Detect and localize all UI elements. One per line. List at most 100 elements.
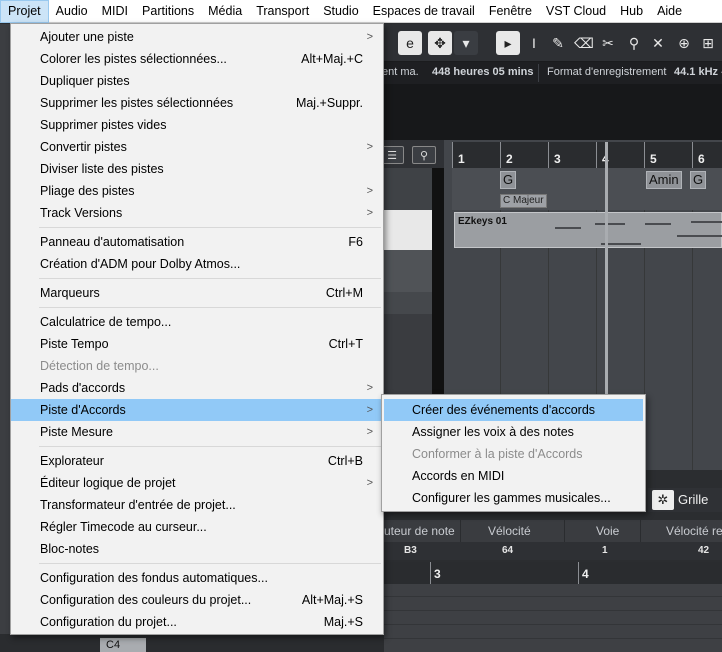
- channel-header: Voie: [596, 524, 620, 538]
- mixer-icon[interactable]: ⊞: [696, 31, 720, 55]
- velocity-value[interactable]: 64: [502, 545, 513, 556]
- menu-item-pads-accords[interactable]: Pads d'accords >: [11, 377, 383, 399]
- chevron-right-icon: >: [366, 382, 373, 394]
- pencil-icon[interactable]: ✎: [546, 31, 570, 55]
- menu-separator: [39, 307, 381, 308]
- range-icon[interactable]: I: [522, 31, 546, 55]
- menu-item-track-versions[interactable]: Track Versions >: [11, 202, 383, 224]
- chord-event[interactable]: G: [690, 171, 707, 189]
- menu-projet[interactable]: Projet: [0, 0, 49, 23]
- menu-item-config-projet[interactable]: Configuration du projet... Maj.+S: [11, 611, 383, 633]
- menu-partitions[interactable]: Partitions: [135, 0, 201, 23]
- menu-item-colorer-pistes[interactable]: Colorer les pistes sélectionnées... Alt+M…: [11, 48, 383, 70]
- menu-espaces-de-travail[interactable]: Espaces de travail: [366, 0, 482, 23]
- menu-item-convertir-pistes[interactable]: Convertir pistes >: [11, 136, 383, 158]
- chevron-right-icon: >: [366, 31, 373, 43]
- midi-part[interactable]: EZkeys 01: [454, 212, 722, 248]
- rec-format-value: 44.1 kHz -: [674, 66, 722, 78]
- menu-separator: [39, 227, 381, 228]
- piano-key-label: C4: [100, 638, 146, 652]
- menu-item-detection-tempo: Détection de tempo...: [40, 359, 159, 373]
- menu-aide[interactable]: Aide: [650, 0, 689, 23]
- snap-icon: ✲: [652, 490, 674, 510]
- menu-item-panneau-automatisation[interactable]: Panneau d'automatisation F6: [11, 231, 383, 253]
- piano-roll[interactable]: [384, 584, 722, 652]
- menu-media[interactable]: Média: [201, 0, 249, 23]
- chord-event[interactable]: Amin: [646, 171, 682, 189]
- grid-selector[interactable]: ✲ Grille: [648, 488, 722, 512]
- edit-icon[interactable]: e: [398, 31, 422, 55]
- shortcut-label: Maj.+Suppr.: [295, 96, 363, 110]
- menu-item-editeur-logique[interactable]: Éditeur logique de projet >: [11, 472, 383, 494]
- editor-ruler-bar: 4: [582, 567, 589, 581]
- menu-item-ajouter-piste[interactable]: Ajouter une piste >: [11, 26, 383, 48]
- shortcut-label: F6: [348, 235, 363, 249]
- submenu-item-configurer-gammes[interactable]: Configurer les gammes musicales...: [384, 487, 643, 509]
- shortcut-label: Alt+Maj.+C: [301, 52, 363, 66]
- menu-item-piste-mesure[interactable]: Piste Mesure >: [11, 421, 383, 443]
- menu-item-regler-timecode[interactable]: Régler Timecode au curseur...: [11, 516, 383, 538]
- menu-item-bloc-notes[interactable]: Bloc-notes: [11, 538, 383, 560]
- shortcut-label: Maj.+S: [323, 615, 363, 629]
- split-icon[interactable]: ✂: [596, 31, 620, 55]
- glue-icon[interactable]: ⚲: [622, 31, 646, 55]
- menu-item-explorateur[interactable]: Explorateur Ctrl+B: [11, 450, 383, 472]
- menu-item-supprimer-pistes-selectionnees[interactable]: Supprimer les pistes sélectionnées Maj.+S…: [11, 92, 383, 114]
- editor-ruler[interactable]: 3 4: [384, 562, 722, 584]
- menu-vst-cloud[interactable]: VST Cloud: [539, 0, 613, 23]
- ruler-bar-6: 6: [698, 152, 705, 166]
- chevron-right-icon: >: [366, 404, 373, 416]
- rec-time-label: ent ma.: [382, 66, 419, 78]
- menu-item-piste-accords[interactable]: Piste d'Accords >: [11, 399, 383, 421]
- menu-studio[interactable]: Studio: [316, 0, 365, 23]
- shortcut-label: Ctrl+B: [327, 454, 363, 468]
- chevron-right-icon: >: [366, 141, 373, 153]
- note-pitch-value[interactable]: B3: [404, 545, 417, 556]
- midi-info-values: B3 64 1 42: [384, 542, 722, 560]
- timeline-ruler[interactable]: 1 2 3 4 5 6: [452, 142, 722, 168]
- menu-transport[interactable]: Transport: [249, 0, 316, 23]
- menu-item-config-fondus[interactable]: Configuration des fondus automatiques...: [11, 567, 383, 589]
- grid-label: Grille: [678, 492, 709, 507]
- piste-accords-submenu: Créer des événements d'accords Assigner …: [381, 394, 646, 512]
- channel-value[interactable]: 1: [602, 545, 608, 556]
- menu-item-supprimer-pistes-vides[interactable]: Supprimer pistes vides: [11, 114, 383, 136]
- ruler-bar-2: 2: [506, 152, 513, 166]
- menu-separator: [39, 563, 381, 564]
- menu-item-piste-tempo[interactable]: Piste Tempo Ctrl+T: [11, 333, 383, 355]
- menu-item-calculatrice-tempo[interactable]: Calculatrice de tempo...: [11, 311, 383, 333]
- zoom-icon[interactable]: ⊕: [672, 31, 696, 55]
- menu-fenetre[interactable]: Fenêtre: [482, 0, 539, 23]
- menu-item-marqueurs[interactable]: Marqueurs Ctrl+M: [11, 282, 383, 304]
- drag-mode-icon[interactable]: ✥: [428, 31, 452, 55]
- mute-icon[interactable]: ✕: [646, 31, 670, 55]
- midi-info-header: uteur de note Vélocité Voie Vélocité re: [384, 520, 722, 542]
- menu-midi[interactable]: MIDI: [95, 0, 135, 23]
- chord-event[interactable]: G: [500, 171, 517, 189]
- pointer-icon[interactable]: ▸: [496, 31, 520, 55]
- release-velocity-value[interactable]: 42: [698, 545, 709, 556]
- scale-event[interactable]: C Majeur: [500, 194, 547, 208]
- shortcut-label: Alt+Maj.+S: [301, 593, 363, 607]
- search-icon[interactable]: ⚲: [412, 146, 436, 164]
- ruler-bar-3: 3: [554, 152, 561, 166]
- menu-audio[interactable]: Audio: [49, 0, 95, 23]
- submenu-item-accords-midi[interactable]: Accords en MIDI: [384, 465, 643, 487]
- midi-part-name: EZkeys 01: [458, 216, 507, 227]
- dropdown-icon[interactable]: ▾: [454, 31, 478, 55]
- menu-item-diviser-liste[interactable]: Diviser liste des pistes: [11, 158, 383, 180]
- menu-item-creation-adm[interactable]: Création d'ADM pour Dolby Atmos...: [11, 253, 383, 275]
- menu-item-dupliquer-pistes[interactable]: Dupliquer pistes: [11, 70, 383, 92]
- menu-item-transformateur-entree[interactable]: Transformateur d'entrée de projet...: [11, 494, 383, 516]
- ruler-bar-1: 1: [458, 152, 465, 166]
- eraser-icon[interactable]: ⌫: [572, 31, 596, 55]
- submenu-item-creer-evenements-accords[interactable]: Créer des événements d'accords: [384, 399, 643, 421]
- chevron-right-icon: >: [366, 207, 373, 219]
- submenu-item-assigner-voix[interactable]: Assigner les voix à des notes: [384, 421, 643, 443]
- chevron-right-icon: >: [366, 185, 373, 197]
- transport-band: [384, 84, 722, 140]
- menu-separator: [39, 278, 381, 279]
- menu-item-config-couleurs[interactable]: Configuration des couleurs du projet... A…: [11, 589, 383, 611]
- menu-hub[interactable]: Hub: [613, 0, 650, 23]
- menu-item-pliage-pistes[interactable]: Pliage des pistes >: [11, 180, 383, 202]
